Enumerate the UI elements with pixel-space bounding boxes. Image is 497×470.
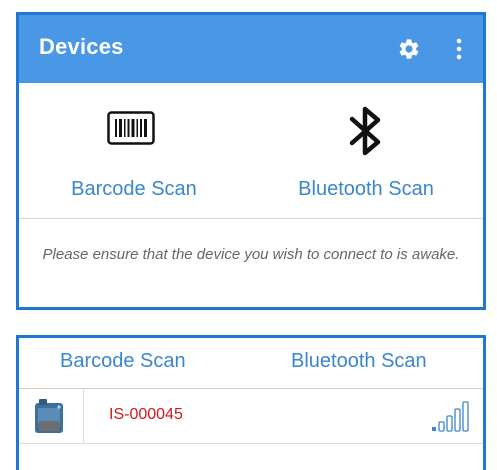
bluetooth-scan-button[interactable]: Bluetooth Scan — [249, 83, 483, 218]
bluetooth-scan-label: Bluetooth Scan — [298, 178, 434, 200]
bluetooth-icon — [349, 106, 381, 156]
page-title: Devices — [39, 34, 124, 59]
more-vert-icon[interactable] — [453, 37, 465, 61]
barcode-scan-button[interactable]: Barcode Scan — [19, 83, 249, 218]
signal-strength-icon — [432, 401, 469, 432]
barcode-icon — [107, 111, 155, 145]
scan-tabs: Barcode Scan Bluetooth Scan — [19, 338, 483, 388]
list-item[interactable]: IS-000045 — [19, 389, 483, 443]
barcode-scan-label: Barcode Scan — [71, 178, 197, 200]
device-list-panel: Barcode Scan Bluetooth Scan IS-000045 — [16, 335, 486, 470]
divider — [19, 218, 483, 219]
gear-icon[interactable] — [397, 37, 421, 61]
device-icon — [35, 399, 63, 433]
tab-barcode-scan[interactable]: Barcode Scan — [60, 350, 186, 373]
row-separator — [83, 389, 84, 443]
connection-notice: Please ensure that the device you wish t… — [42, 246, 460, 263]
device-name: IS-000045 — [109, 406, 183, 423]
app-bar: Devices — [19, 15, 483, 83]
tab-bluetooth-scan[interactable]: Bluetooth Scan — [291, 350, 427, 373]
divider — [19, 443, 483, 444]
devices-panel: Devices Barcode Scan Bluetooth Scan Plea… — [16, 12, 486, 310]
